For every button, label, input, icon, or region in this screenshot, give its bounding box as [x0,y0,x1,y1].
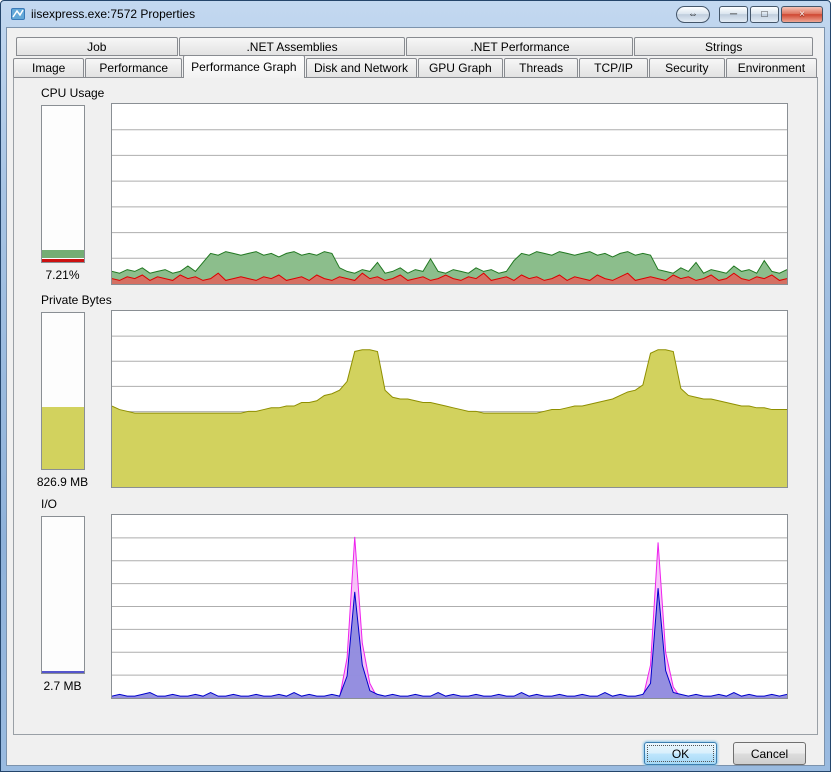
cpu-section: CPU Usage 7.21% [14,86,817,285]
app-icon [10,6,26,22]
private-bytes-section: Private Bytes 826.9 MB [14,293,817,489]
ok-button[interactable]: OK [644,742,717,765]
io-value: 2.7 MB [43,679,82,693]
tab-security[interactable]: Security [648,58,725,77]
io-section: I/O 2.7 MB [14,497,817,699]
tab-job[interactable]: Job [16,37,178,56]
cpu-usage-label: CPU Usage [41,86,105,100]
tab-gpu-graph[interactable]: GPU Graph [417,58,504,77]
close-button[interactable]: × [781,5,823,23]
cpu-value: 7.21% [45,268,80,282]
io-gauge [40,516,85,674]
properties-window: iisexpress.exe:7572 Properties ⇔ ─ □ × J… [0,0,831,772]
tab-strings[interactable]: Strings [634,37,814,56]
tab-row-upper: Job .NET Assemblies .NET Performance Str… [16,37,814,56]
cancel-button[interactable]: Cancel [733,742,806,765]
tab-image[interactable]: Image [13,58,85,77]
private-bytes-gauge [40,312,85,470]
tab-net-assemblies[interactable]: .NET Assemblies [178,37,406,56]
tab-performance[interactable]: Performance [85,58,183,77]
tab-environment[interactable]: Environment [725,58,817,77]
tab-threads[interactable]: Threads [504,58,579,77]
tab-disk-and-network[interactable]: Disk and Network [305,58,417,77]
minimize-button[interactable]: ─ [719,5,748,23]
private-bytes-value: 826.9 MB [36,475,89,489]
titlebar[interactable]: iisexpress.exe:7572 Properties ⇔ ─ □ × [6,1,825,27]
dialog-client-area: Job .NET Assemblies .NET Performance Str… [6,27,825,766]
dialog-button-row: OK Cancel [7,735,824,765]
tab-tcpip[interactable]: TCP/IP [579,58,648,77]
tab-row-lower: Image Performance Performance Graph Disk… [13,55,818,78]
maximize-button[interactable]: □ [750,5,779,23]
cpu-gauge [40,105,85,263]
performance-graph-page: CPU Usage 7.21% Private Bytes 826.9 MB I… [13,77,818,735]
cpu-history-graph [111,103,788,285]
resize-button[interactable]: ⇔ [676,5,710,23]
io-label: I/O [41,497,58,511]
private-bytes-history-graph [111,310,788,488]
io-history-graph [111,514,788,699]
tab-net-performance[interactable]: .NET Performance [406,37,634,56]
tab-performance-graph[interactable]: Performance Graph [183,55,305,78]
window-title: iisexpress.exe:7572 Properties [31,7,196,21]
private-bytes-label: Private Bytes [41,293,112,307]
